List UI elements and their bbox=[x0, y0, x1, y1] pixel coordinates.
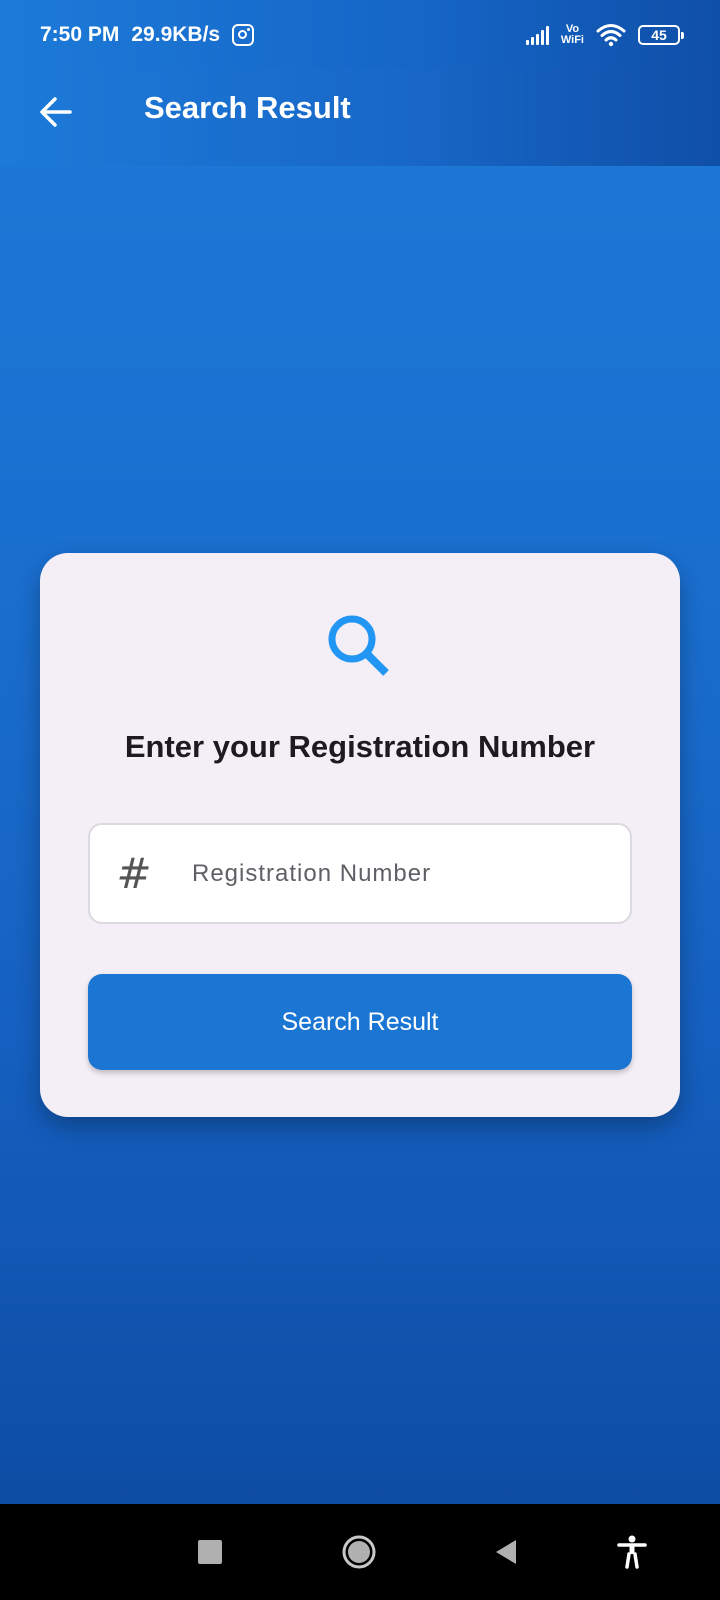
signal-icon bbox=[525, 25, 549, 45]
back-nav-button[interactable] bbox=[482, 1528, 530, 1576]
wifi-label: WiFi bbox=[560, 34, 584, 46]
search-result-button[interactable]: Search Result bbox=[88, 974, 632, 1070]
accessibility-button[interactable] bbox=[608, 1528, 656, 1576]
status-left: 7:50 PM 29.9KB/s bbox=[40, 20, 255, 50]
arrow-left-icon bbox=[40, 97, 72, 127]
registration-number-input[interactable] bbox=[192, 859, 592, 888]
status-bar: 7:50 PM 29.9KB/s Vo WiFi 45 bbox=[0, 0, 720, 68]
clock: 7:50 PM bbox=[40, 23, 120, 46]
back-button[interactable] bbox=[30, 86, 82, 138]
back-triangle-icon bbox=[496, 1540, 516, 1564]
instagram-icon bbox=[232, 24, 255, 46]
recents-square-icon bbox=[198, 1540, 222, 1564]
card-heading: Enter your Registration Number bbox=[124, 729, 596, 764]
recents-button[interactable] bbox=[186, 1528, 234, 1576]
battery-level: 45 bbox=[651, 27, 667, 43]
status-right: Vo WiFi 45 bbox=[525, 20, 684, 50]
accessibility-icon bbox=[617, 1535, 647, 1569]
wifi-icon bbox=[596, 24, 626, 47]
home-circle-icon bbox=[342, 1535, 376, 1569]
registration-number-field[interactable]: # bbox=[88, 823, 632, 924]
app-bar: Search Result bbox=[0, 68, 720, 166]
search-icon bbox=[328, 615, 389, 676]
home-button[interactable] bbox=[335, 1528, 383, 1576]
data-speed: 29.9KB/s bbox=[131, 23, 221, 46]
hash-icon: # bbox=[116, 849, 152, 898]
page-title: Search Result bbox=[144, 90, 351, 125]
battery-icon: 45 bbox=[638, 25, 684, 45]
vowifi-icon: Vo WiFi bbox=[561, 24, 584, 46]
system-nav-bar bbox=[0, 1504, 720, 1600]
registration-card: Enter your Registration Number # Search … bbox=[40, 553, 680, 1117]
